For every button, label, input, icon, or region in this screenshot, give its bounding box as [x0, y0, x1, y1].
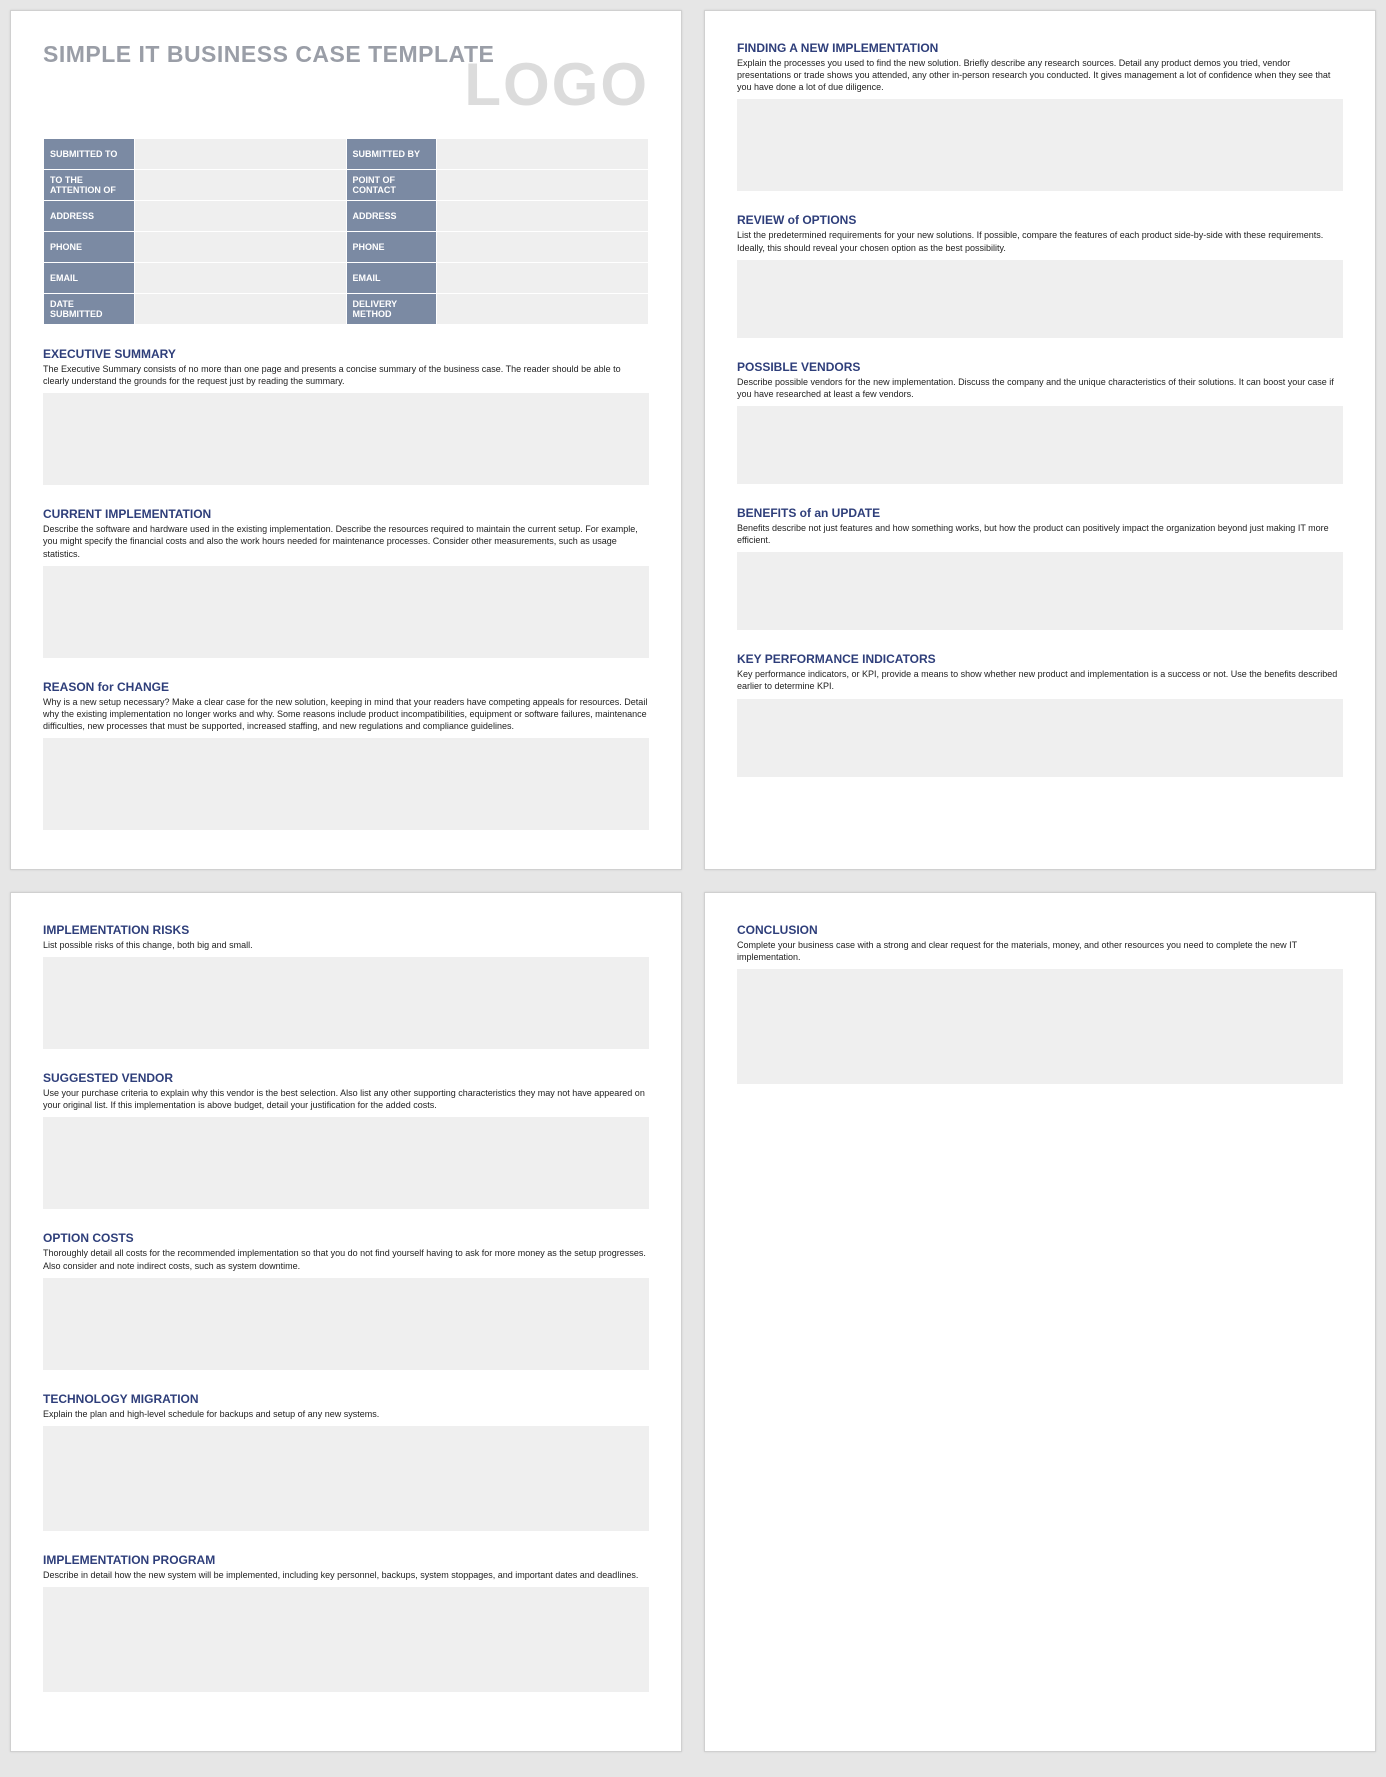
input-review-options[interactable] — [737, 260, 1343, 338]
section-desc-review-options: List the predetermined requirements for … — [737, 229, 1343, 253]
input-finding-implementation[interactable] — [737, 99, 1343, 191]
contact-info-table: SUBMITTED TO SUBMITTED BY TO THE ATTENTI… — [43, 138, 649, 325]
section-desc-executive-summary: The Executive Summary consists of no mor… — [43, 363, 649, 387]
page-1: SIMPLE IT BUSINESS CASE TEMPLATE LOGO SU… — [10, 10, 682, 870]
input-suggested-vendor[interactable] — [43, 1117, 649, 1209]
section-title-review-options: REVIEW of OPTIONS — [737, 213, 1343, 227]
field-date-submitted: DATE SUBMITTED — [44, 294, 135, 325]
page-4: CONCLUSION Complete your business case w… — [704, 892, 1376, 1752]
logo-placeholder: LOGO — [464, 55, 649, 115]
field-email-right: EMAIL — [346, 263, 437, 294]
section-desc-possible-vendors: Describe possible vendors for the new im… — [737, 376, 1343, 400]
section-desc-benefits-update: Benefits describe not just features and … — [737, 522, 1343, 546]
value-attention-of[interactable] — [134, 170, 346, 201]
field-submitted-by: SUBMITTED BY — [346, 139, 437, 170]
value-email-right[interactable] — [437, 263, 649, 294]
field-phone-left: PHONE — [44, 232, 135, 263]
value-email-left[interactable] — [134, 263, 346, 294]
section-desc-risks: List possible risks of this change, both… — [43, 939, 649, 951]
input-reason-change[interactable] — [43, 738, 649, 830]
section-desc-current-implementation: Describe the software and hardware used … — [43, 523, 649, 559]
input-implementation-program[interactable] — [43, 1587, 649, 1692]
field-submitted-to: SUBMITTED TO — [44, 139, 135, 170]
value-point-contact[interactable] — [437, 170, 649, 201]
section-title-conclusion: CONCLUSION — [737, 923, 1343, 937]
field-point-contact: POINT OF CONTACT — [346, 170, 437, 201]
page-3: IMPLEMENTATION RISKS List possible risks… — [10, 892, 682, 1752]
field-attention-of: TO THE ATTENTION OF — [44, 170, 135, 201]
section-title-suggested-vendor: SUGGESTED VENDOR — [43, 1071, 649, 1085]
value-submitted-to[interactable] — [134, 139, 346, 170]
field-address-left: ADDRESS — [44, 201, 135, 232]
section-title-risks: IMPLEMENTATION RISKS — [43, 923, 649, 937]
section-desc-reason-change: Why is a new setup necessary? Make a cle… — [43, 696, 649, 732]
value-date-submitted[interactable] — [134, 294, 346, 325]
input-executive-summary[interactable] — [43, 393, 649, 485]
section-desc-implementation-program: Describe in detail how the new system wi… — [43, 1569, 649, 1581]
input-conclusion[interactable] — [737, 969, 1343, 1084]
section-desc-kpi: Key performance indicators, or KPI, prov… — [737, 668, 1343, 692]
section-title-possible-vendors: POSSIBLE VENDORS — [737, 360, 1343, 374]
value-phone-left[interactable] — [134, 232, 346, 263]
value-delivery-method[interactable] — [437, 294, 649, 325]
field-delivery-method: DELIVERY METHOD — [346, 294, 437, 325]
input-tech-migration[interactable] — [43, 1426, 649, 1531]
section-title-option-costs: OPTION COSTS — [43, 1231, 649, 1245]
page-2: FINDING A NEW IMPLEMENTATION Explain the… — [704, 10, 1376, 870]
section-desc-suggested-vendor: Use your purchase criteria to explain wh… — [43, 1087, 649, 1111]
value-phone-right[interactable] — [437, 232, 649, 263]
input-risks[interactable] — [43, 957, 649, 1049]
input-benefits-update[interactable] — [737, 552, 1343, 630]
value-address-right[interactable] — [437, 201, 649, 232]
input-current-implementation[interactable] — [43, 566, 649, 658]
value-address-left[interactable] — [134, 201, 346, 232]
section-desc-option-costs: Thoroughly detail all costs for the reco… — [43, 1247, 649, 1271]
value-submitted-by[interactable] — [437, 139, 649, 170]
section-title-reason-change: REASON for CHANGE — [43, 680, 649, 694]
input-option-costs[interactable] — [43, 1278, 649, 1370]
field-address-right: ADDRESS — [346, 201, 437, 232]
section-title-benefits-update: BENEFITS of an UPDATE — [737, 506, 1343, 520]
field-email-left: EMAIL — [44, 263, 135, 294]
section-title-kpi: KEY PERFORMANCE INDICATORS — [737, 652, 1343, 666]
input-kpi[interactable] — [737, 699, 1343, 777]
section-title-implementation-program: IMPLEMENTATION PROGRAM — [43, 1553, 649, 1567]
section-title-executive-summary: EXECUTIVE SUMMARY — [43, 347, 649, 361]
field-phone-right: PHONE — [346, 232, 437, 263]
section-title-tech-migration: TECHNOLOGY MIGRATION — [43, 1392, 649, 1406]
section-desc-conclusion: Complete your business case with a stron… — [737, 939, 1343, 963]
section-title-finding-implementation: FINDING A NEW IMPLEMENTATION — [737, 41, 1343, 55]
section-title-current-implementation: CURRENT IMPLEMENTATION — [43, 507, 649, 521]
input-possible-vendors[interactable] — [737, 406, 1343, 484]
section-desc-finding-implementation: Explain the processes you used to find t… — [737, 57, 1343, 93]
section-desc-tech-migration: Explain the plan and high-level schedule… — [43, 1408, 649, 1420]
